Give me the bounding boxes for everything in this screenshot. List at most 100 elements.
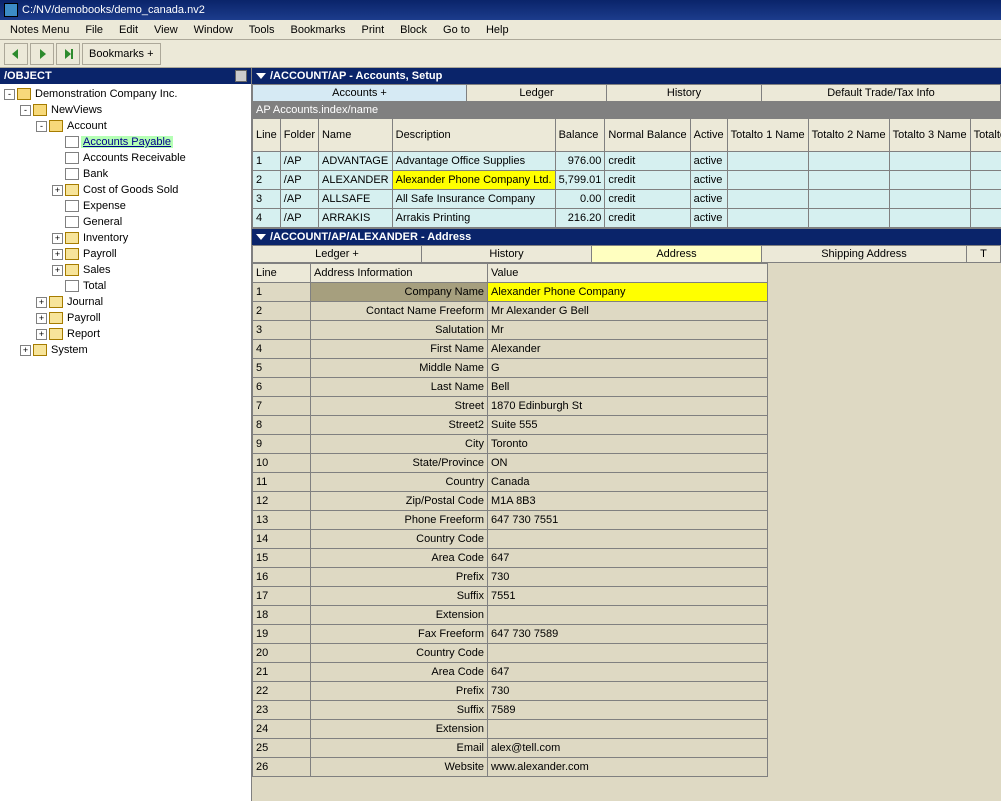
row-number[interactable]: 12 <box>253 492 311 511</box>
dropdown-icon[interactable] <box>256 234 266 240</box>
nav-forward-button[interactable] <box>30 43 54 65</box>
cell[interactable]: 216.20 <box>555 209 605 228</box>
menu-print[interactable]: Print <box>354 22 393 38</box>
object-tree[interactable]: -Demonstration Company Inc.-NewViews-Acc… <box>0 84 251 801</box>
menu-help[interactable]: Help <box>478 22 517 38</box>
tree-item[interactable]: +Payroll <box>0 246 251 262</box>
cell[interactable]: credit <box>605 171 690 190</box>
cell[interactable]: Alexander Phone Company Ltd. <box>392 171 555 190</box>
cell[interactable] <box>970 209 1001 228</box>
tab-history[interactable]: History <box>607 84 762 102</box>
cell[interactable]: ALEXANDER <box>318 171 392 190</box>
row-number[interactable]: 20 <box>253 644 311 663</box>
tab-t[interactable]: T <box>967 245 1001 263</box>
cell[interactable] <box>970 190 1001 209</box>
menu-edit[interactable]: Edit <box>111 22 146 38</box>
col-header[interactable]: Line <box>253 119 281 152</box>
menu-window[interactable]: Window <box>186 22 241 38</box>
col-header[interactable]: Normal Balance <box>605 119 690 152</box>
col-header[interactable]: Totalto 4 Name <box>970 119 1001 152</box>
col-header[interactable]: Totalto 1 Name <box>727 119 808 152</box>
tree-item[interactable]: Accounts Receivable <box>0 150 251 166</box>
tree-item[interactable]: +Payroll <box>0 310 251 326</box>
tab-history[interactable]: History <box>422 245 592 263</box>
cell[interactable]: /AP <box>280 209 318 228</box>
row-number[interactable]: 5 <box>253 359 311 378</box>
menu-bookmarks[interactable]: Bookmarks <box>282 22 353 38</box>
field-value[interactable]: Alexander Phone Company <box>488 283 768 302</box>
cell[interactable]: 1 <box>253 152 281 171</box>
tree-toggle[interactable]: + <box>52 185 63 196</box>
cell[interactable]: /AP <box>280 171 318 190</box>
tree-toggle[interactable]: - <box>36 121 47 132</box>
tree-toggle[interactable]: + <box>52 233 63 244</box>
cell[interactable]: active <box>690 190 727 209</box>
tree-toggle[interactable]: - <box>4 89 15 100</box>
cell[interactable]: 5,799.01 <box>555 171 605 190</box>
cell[interactable]: active <box>690 209 727 228</box>
row-number[interactable]: 6 <box>253 378 311 397</box>
row-number[interactable]: 18 <box>253 606 311 625</box>
cell[interactable]: 0.00 <box>555 190 605 209</box>
field-value[interactable]: Suite 555 <box>488 416 768 435</box>
tree-toggle[interactable]: + <box>52 265 63 276</box>
col-header[interactable]: Balance <box>555 119 605 152</box>
row-number[interactable]: 8 <box>253 416 311 435</box>
cell[interactable] <box>889 152 970 171</box>
cell[interactable]: active <box>690 152 727 171</box>
field-value[interactable]: alex@tell.com <box>488 739 768 758</box>
cell[interactable] <box>889 209 970 228</box>
row-number[interactable]: 15 <box>253 549 311 568</box>
row-number[interactable]: 9 <box>253 435 311 454</box>
cell[interactable]: credit <box>605 209 690 228</box>
col-header[interactable]: Value <box>488 264 768 283</box>
cell[interactable] <box>808 209 889 228</box>
cell[interactable]: 4 <box>253 209 281 228</box>
row-number[interactable]: 16 <box>253 568 311 587</box>
field-value[interactable] <box>488 530 768 549</box>
row-number[interactable]: 2 <box>253 302 311 321</box>
tree-item[interactable]: +Sales <box>0 262 251 278</box>
cell[interactable]: credit <box>605 190 690 209</box>
tree-item[interactable]: +Inventory <box>0 230 251 246</box>
col-header[interactable]: Name <box>318 119 392 152</box>
menu-go-to[interactable]: Go to <box>435 22 478 38</box>
address-grid[interactable]: LineAddress InformationValue1Company Nam… <box>252 263 1001 801</box>
field-value[interactable]: 647 <box>488 549 768 568</box>
field-value[interactable]: 647 730 7589 <box>488 625 768 644</box>
tab-default-trade-tax-info[interactable]: Default Trade/Tax Info <box>762 84 1001 102</box>
row-number[interactable]: 23 <box>253 701 311 720</box>
row-number[interactable]: 1 <box>253 283 311 302</box>
col-header[interactable]: Line <box>253 264 311 283</box>
tree-item[interactable]: Bank <box>0 166 251 182</box>
field-value[interactable]: Alexander <box>488 340 768 359</box>
menu-notes-menu[interactable]: Notes Menu <box>2 22 77 38</box>
nav-end-button[interactable] <box>56 43 80 65</box>
row-number[interactable]: 3 <box>253 321 311 340</box>
field-value[interactable]: 1870 Edinburgh St <box>488 397 768 416</box>
tree-item[interactable]: +Report <box>0 326 251 342</box>
tree-item[interactable]: +Cost of Goods Sold <box>0 182 251 198</box>
accounts-grid[interactable]: LineFolderNameDescriptionBalanceNormal B… <box>252 118 1001 228</box>
dropdown-icon[interactable] <box>256 73 266 79</box>
cell[interactable] <box>727 190 808 209</box>
cell[interactable]: credit <box>605 152 690 171</box>
field-value[interactable] <box>488 606 768 625</box>
menu-tools[interactable]: Tools <box>241 22 283 38</box>
col-header[interactable]: Totalto 3 Name <box>889 119 970 152</box>
cell[interactable] <box>970 152 1001 171</box>
tree-toggle[interactable]: + <box>36 297 47 308</box>
row-number[interactable]: 14 <box>253 530 311 549</box>
cell[interactable]: 976.00 <box>555 152 605 171</box>
field-value[interactable]: ON <box>488 454 768 473</box>
tree-item[interactable]: Expense <box>0 198 251 214</box>
field-value[interactable]: G <box>488 359 768 378</box>
col-header[interactable]: Description <box>392 119 555 152</box>
tree-item[interactable]: +Journal <box>0 294 251 310</box>
cell[interactable] <box>808 171 889 190</box>
tree-toggle[interactable]: + <box>52 249 63 260</box>
cell[interactable] <box>727 152 808 171</box>
field-value[interactable]: 730 <box>488 682 768 701</box>
tree-toggle[interactable]: + <box>20 345 31 356</box>
cell[interactable]: /AP <box>280 152 318 171</box>
